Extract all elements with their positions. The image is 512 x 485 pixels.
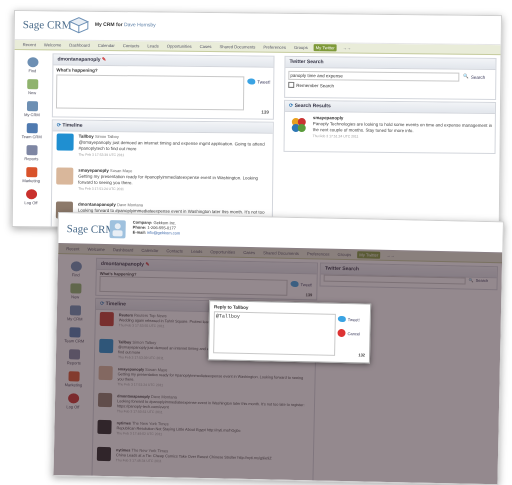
remember-checkbox[interactable] (288, 81, 295, 88)
tab-shared-documents[interactable]: Shared Documents (217, 43, 257, 50)
search-button[interactable]: 🔍Search (463, 74, 485, 80)
nav-marketing[interactable]: Marketing (13, 167, 49, 183)
nav-find[interactable]: Find (14, 57, 50, 73)
search-icon: 🔍 (463, 73, 469, 79)
person-icon (109, 220, 126, 239)
nav-log-off[interactable]: Log Off (13, 189, 49, 205)
nav-label: Team CRM (21, 134, 42, 140)
tagline: My CRM for Dave Hornsby (94, 21, 156, 29)
avatar (56, 133, 74, 151)
tweet-item: smayepanoply Susan MayeGetting my presen… (56, 167, 268, 203)
timeline-header: ⟳ Timeline (52, 120, 273, 134)
tab-welcome[interactable]: Welcome (42, 41, 63, 48)
find-icon (26, 57, 39, 68)
tweet-item: Tallboy Simon Talboy@smayepanoply just d… (56, 133, 268, 169)
search-input[interactable]: panoply time and expense (288, 70, 460, 82)
reply-dialog: Reply to Tallboy @Tallboy Tweet! Cancel … (207, 300, 372, 364)
composer-panel: dmontanapanoply ✎ What's happening? Twee… (51, 53, 275, 120)
reply-title: Reply to Tallboy (213, 304, 249, 311)
reports-icon (25, 145, 38, 156)
composer-user: dmontanapanoply ✎ (53, 54, 274, 68)
char-counter: 139 (261, 109, 269, 115)
nav-label: Find (28, 68, 37, 74)
tab--[interactable]: →→ (341, 44, 353, 51)
tab-groups[interactable]: Groups (292, 44, 310, 51)
my-crm-icon (26, 101, 38, 112)
nav-reports[interactable]: Reports (13, 145, 49, 161)
nav-label: Log Off (24, 200, 38, 206)
twitter-bird-icon (337, 315, 346, 323)
tab-calendar[interactable]: Calendar (96, 42, 117, 49)
tab-cases[interactable]: Cases (198, 43, 214, 50)
composer-prompt: What's happening? (56, 67, 98, 73)
search-panel: Twitter Search panoply time and expense … (284, 55, 497, 101)
modal-overlay[interactable] (53, 243, 503, 485)
tweet-button[interactable]: Tweet! (247, 78, 271, 85)
nav-label: Marketing (22, 178, 41, 184)
reply-tweet-button[interactable]: Tweet! (337, 315, 360, 323)
left-nav: Find New My CRM Team CRM Reports Marketing Log… (13, 51, 51, 205)
tab-leads[interactable]: Leads (145, 42, 160, 49)
nav-new[interactable]: New (14, 79, 50, 95)
header: Sage CRM My CRM for Dave Hornsby (14, 11, 501, 46)
search-title: Twitter Search (285, 56, 496, 71)
tab-my-twitter[interactable]: My Twitter (313, 44, 337, 52)
team-crm-icon (26, 123, 38, 134)
nav-label: My CRM (24, 112, 40, 118)
tab-contacts[interactable]: Contacts (121, 42, 142, 49)
tab-recent[interactable]: Recent (21, 41, 38, 48)
marketing-icon (25, 167, 37, 178)
brand-logo: Sage CRM (22, 19, 72, 32)
company-info: Company: Gekkom Inc. Phone: 1-206-555-01… (132, 219, 181, 236)
nav-label: New (28, 90, 37, 96)
book-icon (68, 17, 90, 34)
panoply-logo-icon (291, 117, 306, 133)
search-results-panel: ⟳ Search Results smayepanoply Panoply Tec… (283, 99, 497, 155)
crm-window-1: Sage CRM My CRM for Dave Hornsby Recent W… (11, 10, 502, 233)
results-header: ⟳ Search Results (284, 100, 496, 115)
crm-window-2: Sage CRM Company: Gekkom Inc. Phone: 1-2… (52, 212, 504, 485)
nav-team-crm[interactable]: Team CRM (14, 123, 50, 139)
reply-textarea[interactable]: @Tallboy (213, 311, 336, 356)
avatar (56, 167, 74, 185)
tab-opportunities[interactable]: Opportunities (165, 43, 194, 50)
cancel-icon (337, 328, 346, 338)
search-result: smayepanoply Panoply Technologies are loo… (312, 115, 493, 139)
tweet-textarea[interactable] (55, 74, 245, 111)
tab-dashboard[interactable]: Dashboard (67, 42, 92, 49)
new-icon (26, 79, 38, 90)
reply-counter: 132 (358, 352, 366, 358)
reply-cancel-button[interactable]: Cancel (337, 328, 360, 338)
tab-preferences[interactable]: Preferences (261, 44, 288, 51)
remember-search[interactable]: Remember Search (288, 81, 334, 88)
log-off-icon (25, 189, 37, 200)
nav-label: Reports (24, 156, 39, 162)
twitter-bird-icon (247, 78, 256, 85)
nav-my-crm[interactable]: My CRM (14, 101, 50, 117)
